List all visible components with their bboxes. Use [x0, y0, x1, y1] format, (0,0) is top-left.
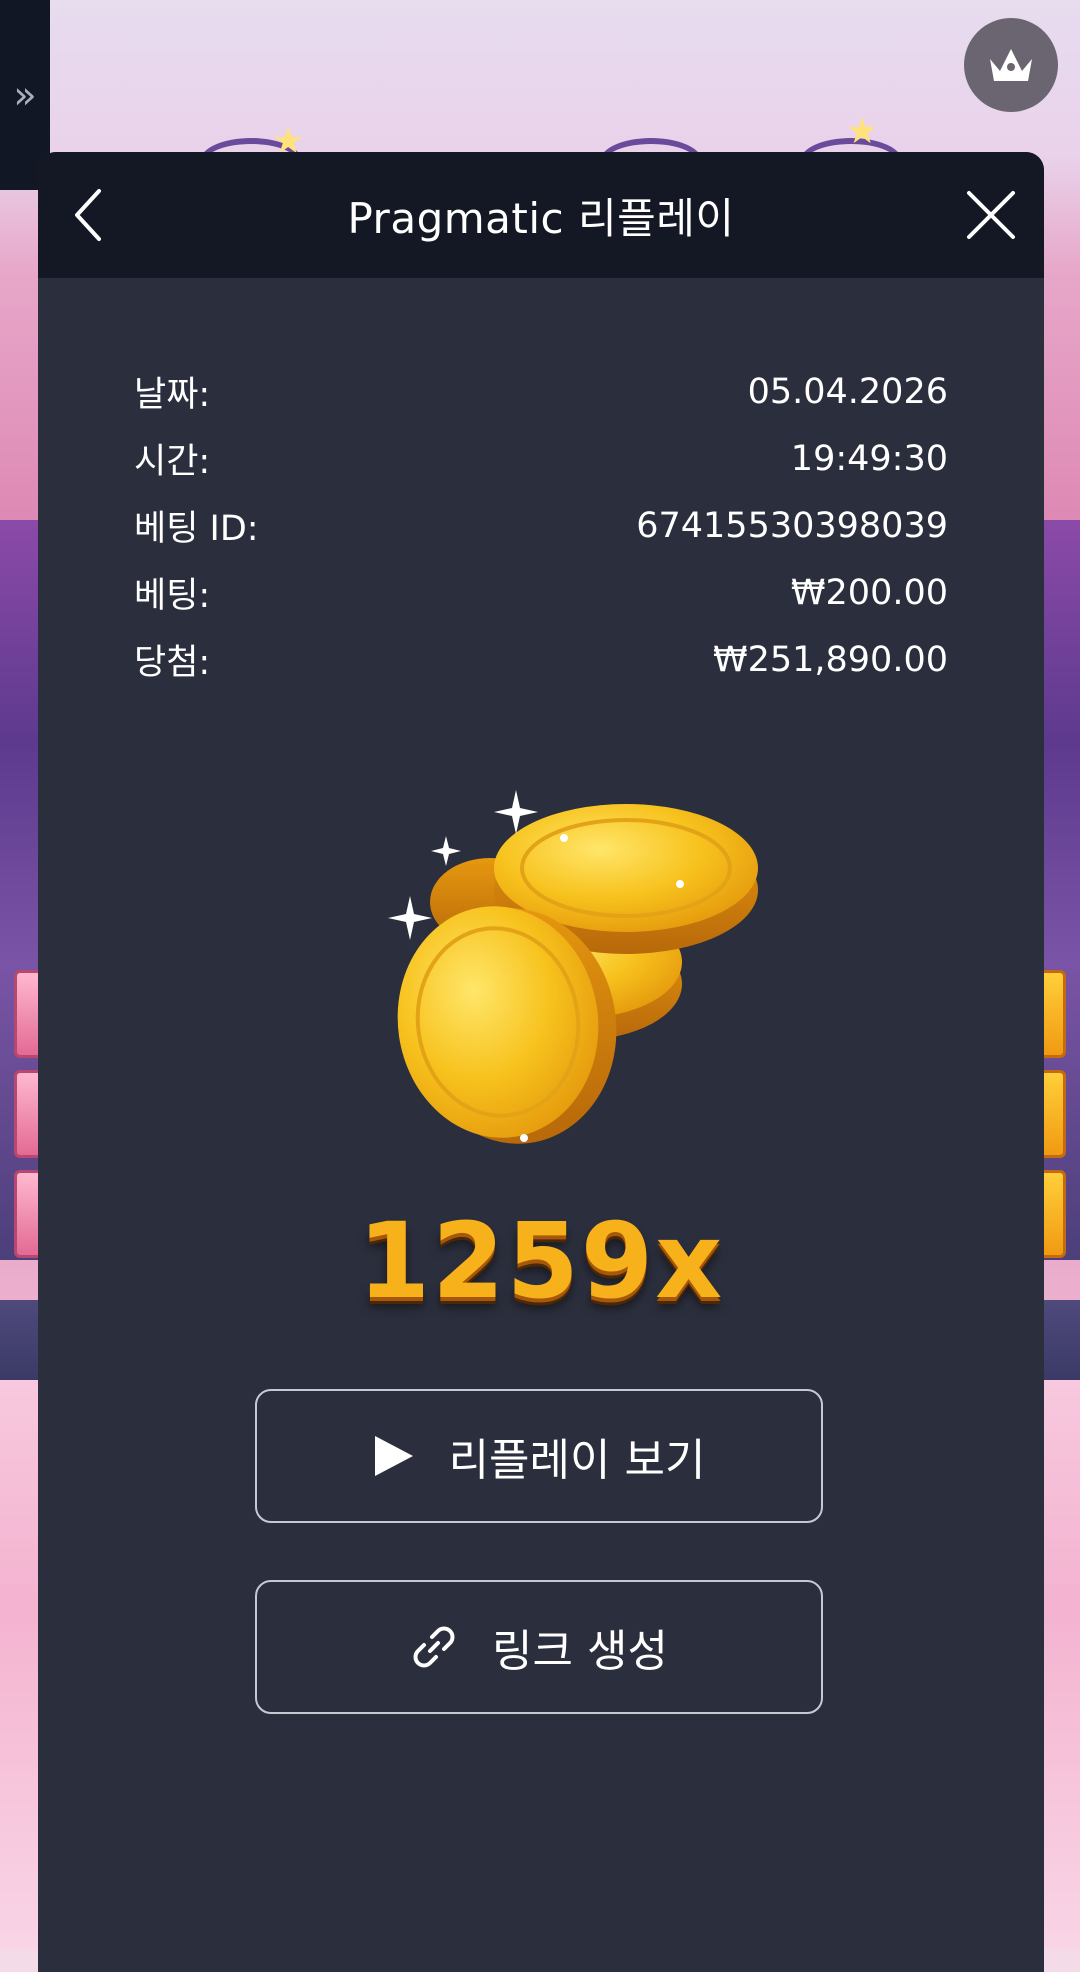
- link-icon: [410, 1623, 458, 1671]
- info-row-time: 시간: 19:49:30: [134, 425, 948, 492]
- star-icon: ★: [846, 111, 879, 152]
- watch-replay-button[interactable]: 리플레이 보기: [255, 1389, 823, 1523]
- chevron-left-icon: [75, 189, 101, 241]
- create-link-button[interactable]: 링크 생성: [255, 1580, 823, 1714]
- info-label: 베팅:: [134, 576, 211, 616]
- win-multiplier: 1259x: [357, 1200, 725, 1322]
- info-row-bet-id: 베팅 ID: 67415530398039: [134, 492, 948, 559]
- close-icon: [967, 191, 1015, 239]
- replay-modal: Pragmatic 리플레이 날짜: 05.04.2026 시간: 19:49:…: [38, 152, 1044, 1972]
- info-label: 베팅 ID:: [134, 509, 259, 549]
- modal-title: Pragmatic 리플레이: [347, 193, 735, 243]
- bet-info-table: 날짜: 05.04.2026 시간: 19:49:30 베팅 ID: 67415…: [134, 358, 948, 693]
- crown-icon: [990, 49, 1032, 81]
- info-value: 19:49:30: [790, 438, 948, 479]
- info-value: 67415530398039: [636, 505, 948, 546]
- double-chevron-right-icon: »: [13, 73, 37, 117]
- watch-replay-label: 리플레이 보기: [448, 1435, 706, 1486]
- modal-header: Pragmatic 리플레이: [38, 152, 1044, 278]
- crown-badge-button[interactable]: [964, 18, 1058, 112]
- create-link-label: 링크 생성: [492, 1626, 668, 1677]
- info-row-date: 날짜: 05.04.2026: [134, 358, 948, 425]
- close-button[interactable]: [962, 186, 1020, 244]
- info-row-win: 당첨: ₩251,890.00: [134, 626, 948, 693]
- info-label: 날짜:: [134, 375, 211, 415]
- info-value: ₩251,890.00: [712, 639, 948, 680]
- info-row-bet: 베팅: ₩200.00: [134, 559, 948, 626]
- play-icon: [373, 1434, 415, 1478]
- info-label: 당첨:: [134, 643, 211, 683]
- back-button[interactable]: [58, 182, 118, 248]
- info-value: 05.04.2026: [747, 371, 948, 412]
- info-label: 시간:: [134, 442, 211, 482]
- gold-coins-icon: [348, 772, 768, 1152]
- info-value: ₩200.00: [790, 572, 948, 613]
